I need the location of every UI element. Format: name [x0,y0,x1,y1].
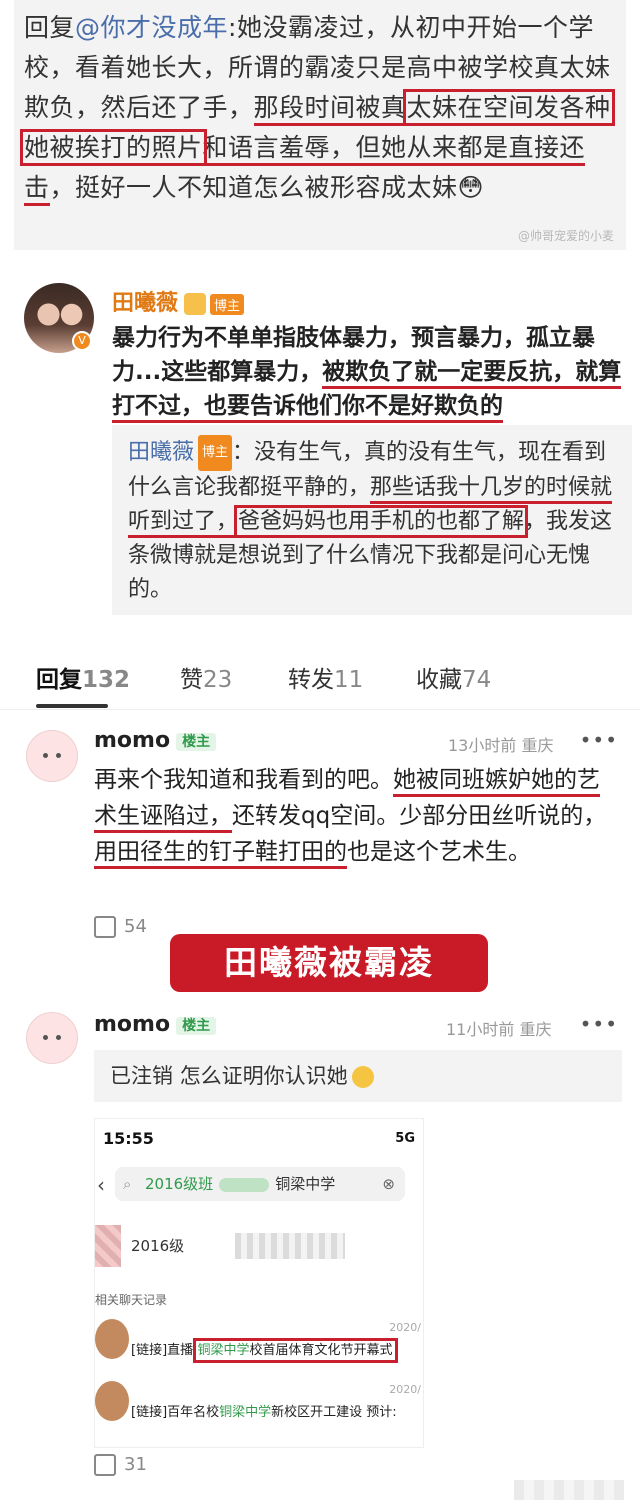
quoted-post[interactable]: 田曦薇 博主 ：没有生气，真的没有生气，现在看到什么言论我都挺平静的，那些话我十几岁… [112,425,632,615]
blogger-badge: 博主 [210,293,245,315]
bear-avatar-icon [95,1381,129,1421]
thumb-up-icon [94,1454,116,1476]
search-input: ⌕ 2016级班 铜梁中学 ⊗ [115,1167,405,1201]
comment-author[interactable]: momo 楼主 [94,728,217,753]
like-button[interactable]: 54 [94,916,147,938]
post-tabs: 回复132 赞23 转发11 收藏74 [0,650,640,710]
avatar[interactable] [26,1012,78,1064]
bear-avatar-icon [95,1319,129,1359]
search-icon: ⌕ [123,1175,132,1193]
status-time: 15:55 [103,1129,154,1148]
quoted-reply-text: 回复@你才没成年:她没霸凌过，从初中开始一个学校，看着她长大，所谓的霸凌只是高中… [20,8,616,208]
fan-level-icon [184,293,207,315]
post-body: 暴力行为不单单指肢体暴力，预言暴力，孤立暴力...这些都算暴力，被欺负了就一定要… [112,321,632,423]
verified-icon: V [72,331,92,351]
tab-like[interactable]: 赞23 [180,660,232,694]
op-badge: 楼主 [176,1017,217,1035]
comment-time: 11小时前 重庆 [446,1020,552,1039]
active-tab-indicator [36,704,108,708]
tab-favorite[interactable]: 收藏74 [416,660,491,694]
like-button[interactable]: 31 [94,1454,147,1476]
attached-screenshot[interactable]: 15:55 5G ‹ ⌕ 2016级班 铜梁中学 ⊗ 2016级 相关聊天记录 202… [94,1118,424,1448]
post-author[interactable]: 田曦薇 博主 [112,285,245,317]
chat-record-item: 2020/ [链接]直播|铜梁中学校首届体育文化节开幕式 [95,1319,423,1369]
section-label: 相关聊天记录 [95,1293,168,1307]
thumb-up-icon [94,916,116,938]
chat-record-item: 2020/ [链接]百年名校铜梁中学新校区开工建设 预计: [95,1381,423,1431]
mention-link[interactable]: @你才没成年 [75,13,228,42]
blogger-badge: 博主 [198,435,233,471]
quoted-author[interactable]: 田曦薇 [128,440,194,465]
back-icon: ‹ [97,1173,105,1197]
clear-icon: ⊗ [382,1175,395,1193]
network-indicator: 5G [395,1131,415,1146]
weibo-post: V 田曦薇 博主 暴力行为不单单指肢体暴力，预言暴力，孤立暴力...这些都算暴力，… [0,265,640,645]
avatar[interactable] [26,730,78,782]
op-badge: 楼主 [176,733,217,751]
tab-repost[interactable]: 转发11 [288,660,363,694]
highlight-box: 铜梁中学校首届体育文化节开幕式 [192,1338,398,1363]
more-icon[interactable]: ••• [580,1012,618,1036]
caption-banner: 田曦薇被霸凌 [170,934,488,992]
quoted-reply-block: 回复@你才没成年:她没霸凌过，从初中开始一个学校，看着她长大，所谓的霸凌只是高中… [14,0,626,250]
tab-reply[interactable]: 回复132 [36,660,130,694]
watermark: @帅哥宠爱的小麦 [517,229,614,243]
reply-quote[interactable]: 已注销 怎么证明你认识她 [94,1050,622,1102]
watermark [514,1480,624,1500]
more-icon[interactable]: ••• [580,728,618,752]
comment-author[interactable]: momo 楼主 [94,1012,217,1037]
search-result-row: 2016级 [95,1219,423,1279]
comment-time: 13小时前 重庆 [448,736,554,755]
comment-text: 再来个我知道和我看到的吧。她被同班嫉妒她的艺术生诬陷过，还转发qq空间。少部分田… [94,762,614,870]
pleading-face-icon [351,1066,374,1088]
highlight-box: 爸爸妈妈也用手机的也都了解 [234,505,529,538]
